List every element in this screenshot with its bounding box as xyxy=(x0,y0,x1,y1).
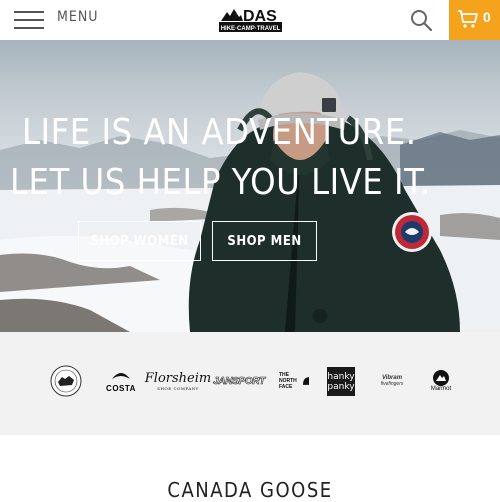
the-north-face-logo[interactable]: THE NORTH FACE xyxy=(279,364,309,398)
canada-goose-logo[interactable] xyxy=(50,365,82,397)
tnf-line1: THE NORTH xyxy=(279,372,297,384)
hero-headline-line2: LET US HELP YOU LIVE IT. xyxy=(10,162,431,203)
search-icon[interactable] xyxy=(409,8,433,32)
costa-logo[interactable]: COSTA xyxy=(104,364,138,398)
site-logo[interactable]: DAS HIKE·CAMP·TRAVEL xyxy=(219,4,282,32)
tnf-line2: FACE xyxy=(279,384,293,390)
hamburger-menu-icon[interactable] xyxy=(14,9,44,31)
cart-button[interactable]: 0 xyxy=(449,0,500,40)
vibram-subtitle: fivefingers xyxy=(380,381,404,387)
marmot-emblem-icon xyxy=(433,370,449,386)
florsheim-subtitle: SHOE COMPANY xyxy=(157,386,199,391)
marmot-logo[interactable]: Marmot xyxy=(428,364,454,398)
florsheim-wordmark: Florsheim xyxy=(144,371,212,386)
site-header: MENU DAS HIKE·CAMP·TRAVEL 0 xyxy=(0,0,500,40)
jansport-logo[interactable]: JANSPORT xyxy=(213,364,266,398)
hero-banner: LIFE IS AN ADVENTURE. LET US HELP YOU LI… xyxy=(0,40,500,332)
logo-tagline: HIKE·CAMP·TRAVEL xyxy=(221,26,281,32)
florsheim-logo[interactable]: Florsheim SHOE COMPANY xyxy=(145,364,211,398)
shop-women-button[interactable]: SHOP WOMEN xyxy=(78,221,201,261)
vibram-logo[interactable]: Vibram fivefingers xyxy=(376,364,408,398)
jansport-wordmark: JANSPORT xyxy=(213,375,266,387)
menu-label[interactable]: MENU xyxy=(57,9,98,25)
hero-headline-line1: LIFE IS AN ADVENTURE. xyxy=(22,112,417,153)
hanky-panky-logo[interactable]: hanky panky xyxy=(327,367,355,396)
shop-men-button[interactable]: SHOP MEN xyxy=(212,221,317,261)
costa-wordmark: COSTA xyxy=(106,384,136,393)
costa-emblem-icon xyxy=(112,373,130,379)
hanky-line2: panky xyxy=(327,381,355,392)
shopping-cart-icon xyxy=(458,10,478,28)
marmot-wordmark: Marmot xyxy=(430,386,452,392)
tnf-arc-icon xyxy=(302,377,309,385)
cart-count: 0 xyxy=(483,9,491,25)
logo-wordmark: DAS xyxy=(243,8,277,25)
hanky-line1: hanky xyxy=(327,371,355,382)
section-title: CANADA GOOSE xyxy=(167,478,333,502)
